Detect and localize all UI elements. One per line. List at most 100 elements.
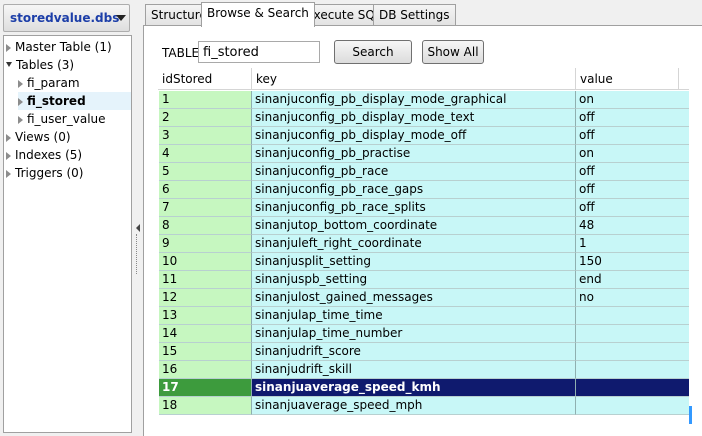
collapsed-arrow-icon[interactable] [18, 97, 23, 106]
tree-node[interactable]: fi_user_value [18, 110, 131, 128]
table-row[interactable]: 7 sinanjuconfig_pb_race_splits off [158, 199, 702, 217]
expanded-arrow-icon[interactable] [6, 62, 12, 67]
cell-idstored[interactable]: 11 [159, 271, 252, 289]
cell-value[interactable]: 150 [576, 253, 696, 271]
table-row[interactable]: 17 sinanjuaverage_speed_kmh [158, 379, 702, 397]
collapsed-arrow-icon[interactable] [6, 151, 11, 160]
cell-value[interactable]: no [576, 289, 696, 307]
table-row[interactable]: 16 sinanjudrift_skill [158, 361, 702, 379]
cell-idstored[interactable]: 4 [159, 145, 252, 163]
tree-node[interactable]: Indexes (5) [6, 146, 131, 164]
database-selector[interactable]: storedvalue.dbs [3, 4, 130, 32]
cell-key[interactable]: sinanjulost_gained_messages [252, 289, 576, 307]
collapsed-arrow-icon[interactable] [6, 133, 11, 142]
cell-idstored[interactable]: 16 [159, 361, 252, 379]
tab-db-settings[interactable]: DB Settings [373, 4, 456, 26]
cell-key[interactable]: sinanjuconfig_pb_practise [252, 145, 576, 163]
cell-value[interactable] [576, 307, 696, 325]
column-header-idstored[interactable]: idStored [158, 68, 252, 90]
cell-value[interactable] [576, 343, 696, 361]
cell-key[interactable]: sinanjuconfig_pb_display_mode_graphical [252, 91, 576, 109]
cell-idstored[interactable]: 13 [159, 307, 252, 325]
cell-idstored[interactable]: 8 [159, 217, 252, 235]
tab-browse-search[interactable]: Browse & Search [201, 2, 315, 27]
cell-value[interactable]: on [576, 145, 696, 163]
cell-key[interactable]: sinanjuaverage_speed_kmh [252, 379, 576, 397]
cell-value[interactable]: off [576, 199, 696, 217]
table-row[interactable]: 10 sinanjusplit_setting 150 [158, 253, 702, 271]
cell-idstored[interactable]: 17 [159, 379, 252, 397]
cell-value[interactable] [576, 361, 696, 379]
tree-node[interactable]: fi_stored [18, 92, 131, 110]
chevron-down-icon[interactable] [116, 15, 126, 21]
cell-key[interactable]: sinanjulap_time_number [252, 325, 576, 343]
table-row[interactable]: 15 sinanjudrift_score [158, 343, 702, 361]
tree-node[interactable]: Master Table (1) [6, 38, 131, 56]
tree-node[interactable]: Views (0) [6, 128, 131, 146]
pane-splitter[interactable] [134, 0, 143, 436]
cell-key[interactable]: sinanjuconfig_pb_race [252, 163, 576, 181]
tree-node[interactable]: Tables (3) [6, 56, 131, 74]
table-row[interactable]: 3 sinanjuconfig_pb_display_mode_off off [158, 127, 702, 145]
cell-key[interactable]: sinanjuconfig_pb_race_gaps [252, 181, 576, 199]
table-row[interactable]: 1 sinanjuconfig_pb_display_mode_graphical… [158, 91, 702, 109]
collapsed-arrow-icon[interactable] [18, 115, 23, 124]
cell-idstored[interactable]: 1 [159, 91, 252, 109]
tree-node[interactable]: Triggers (0) [6, 164, 131, 182]
cell-value[interactable] [576, 397, 696, 415]
cell-key[interactable]: sinanjuaverage_speed_mph [252, 397, 576, 415]
table-row[interactable]: 12 sinanjulost_gained_messages no [158, 289, 702, 307]
cell-idstored[interactable]: 15 [159, 343, 252, 361]
cell-key[interactable]: sinanjudrift_skill [252, 361, 576, 379]
cell-key[interactable]: sinanjuconfig_pb_race_splits [252, 199, 576, 217]
cell-value[interactable]: off [576, 109, 696, 127]
table-row[interactable]: 14 sinanjulap_time_number [158, 325, 702, 343]
cell-value[interactable] [576, 325, 696, 343]
table-row[interactable]: 6 sinanjuconfig_pb_race_gaps off [158, 181, 702, 199]
cell-idstored[interactable]: 9 [159, 235, 252, 253]
table-row[interactable]: 2 sinanjuconfig_pb_display_mode_text off [158, 109, 702, 127]
collapsed-arrow-icon[interactable] [18, 79, 23, 88]
collapse-arrow-icon[interactable] [136, 224, 140, 232]
cell-key[interactable]: sinanjuconfig_pb_display_mode_text [252, 109, 576, 127]
cell-idstored[interactable]: 2 [159, 109, 252, 127]
column-header-value[interactable]: value [576, 68, 679, 90]
cell-idstored[interactable]: 14 [159, 325, 252, 343]
cell-key[interactable]: sinanjuconfig_pb_display_mode_off [252, 127, 576, 145]
collapsed-arrow-icon[interactable] [6, 43, 11, 52]
cell-idstored[interactable]: 6 [159, 181, 252, 199]
cell-key[interactable]: sinanjuleft_right_coordinate [252, 235, 576, 253]
cell-key[interactable]: sinanjulap_time_time [252, 307, 576, 325]
vertical-scrollbar[interactable] [689, 68, 702, 436]
cell-key[interactable]: sinanjusplit_setting [252, 253, 576, 271]
cell-value[interactable]: off [576, 181, 696, 199]
scroll-position-marker[interactable] [689, 406, 692, 424]
cell-key[interactable]: sinanjutop_bottom_coordinate [252, 217, 576, 235]
cell-value[interactable]: off [576, 163, 696, 181]
cell-value[interactable] [576, 379, 696, 397]
cell-key[interactable]: sinanjudrift_score [252, 343, 576, 361]
collapsed-arrow-icon[interactable] [6, 169, 11, 178]
cell-idstored[interactable]: 5 [159, 163, 252, 181]
tree-node[interactable]: fi_param [18, 74, 131, 92]
table-row[interactable]: 18 sinanjuaverage_speed_mph [158, 397, 702, 415]
cell-idstored[interactable]: 10 [159, 253, 252, 271]
cell-key[interactable]: sinanjuspb_setting [252, 271, 576, 289]
cell-value[interactable]: 48 [576, 217, 696, 235]
cell-idstored[interactable]: 3 [159, 127, 252, 145]
cell-value[interactable]: off [576, 127, 696, 145]
table-row[interactable]: 9 sinanjuleft_right_coordinate 1 [158, 235, 702, 253]
cell-value[interactable]: end [576, 271, 696, 289]
cell-idstored[interactable]: 12 [159, 289, 252, 307]
search-button[interactable]: Search [334, 40, 412, 64]
table-row[interactable]: 13 sinanjulap_time_time [158, 307, 702, 325]
table-name-input[interactable] [198, 41, 320, 63]
column-header-key[interactable]: key [252, 68, 576, 90]
splitter-grip[interactable] [136, 234, 139, 274]
table-row[interactable]: 8 sinanjutop_bottom_coordinate 48 [158, 217, 702, 235]
cell-value[interactable]: 1 [576, 235, 696, 253]
cell-idstored[interactable]: 7 [159, 199, 252, 217]
table-row[interactable]: 11 sinanjuspb_setting end [158, 271, 702, 289]
cell-value[interactable]: on [576, 91, 696, 109]
table-row[interactable]: 4 sinanjuconfig_pb_practise on [158, 145, 702, 163]
